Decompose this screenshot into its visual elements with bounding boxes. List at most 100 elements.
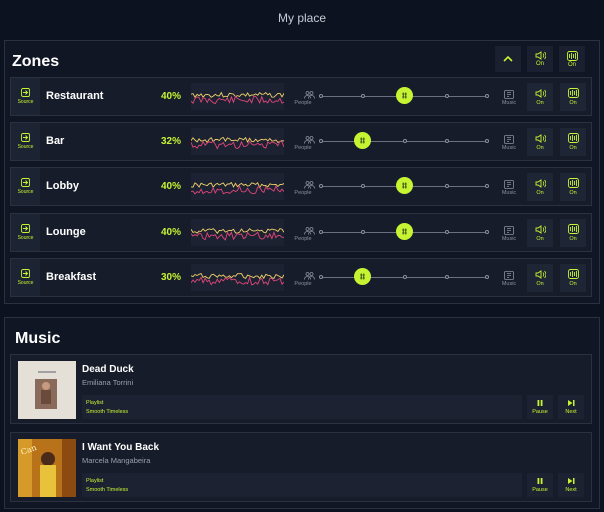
grip-icon [401, 92, 407, 99]
zone-row: Source Lobby 40% People Music On On [10, 167, 592, 206]
zone-wave-toggle[interactable]: On [560, 264, 586, 292]
slider-step [485, 94, 489, 98]
next-button[interactable]: Next [558, 395, 584, 419]
zone-sound-toggle[interactable]: On [527, 219, 553, 247]
people-label: People [294, 236, 312, 242]
playlist-label: Playlist [86, 400, 104, 406]
volume-slider-knob[interactable] [395, 223, 413, 240]
album-cover: Can [18, 439, 76, 497]
people-icon [303, 136, 315, 144]
zone-name: Breakfast [46, 271, 97, 283]
slider-step [445, 94, 449, 98]
zone-name: Bar [46, 135, 65, 147]
zone-sound-toggle[interactable]: On [527, 173, 553, 201]
pause-button[interactable]: Pause [527, 395, 553, 419]
slider-step [319, 94, 323, 98]
slider-step [319, 184, 323, 188]
zone-name: Lobby [46, 180, 79, 192]
slider-step [485, 184, 489, 188]
waveform-icon [567, 224, 579, 234]
people-icon [303, 91, 315, 99]
zone-volume-percent: 40% [161, 227, 182, 238]
slider-step [361, 230, 365, 234]
playlist-name[interactable]: Smooth Timeless [86, 409, 128, 415]
music-icon [504, 271, 514, 280]
album-cover [18, 361, 76, 419]
pause-icon [537, 399, 543, 406]
zone-wave-label: On [569, 281, 577, 287]
activity-sparkline [191, 173, 284, 200]
zone-name: Restaurant [46, 90, 104, 102]
zone-volume-percent: 30% [161, 272, 182, 283]
pause-button[interactable]: Pause [527, 473, 553, 497]
people-icon [303, 181, 315, 189]
slider-step [319, 275, 323, 279]
slider-step [361, 184, 365, 188]
zone-sound-toggle[interactable]: On [527, 128, 553, 156]
all-sound-toggle[interactable]: On [527, 46, 553, 72]
source-label: Source [17, 99, 34, 105]
waveform-icon [566, 50, 578, 61]
volume-slider-knob[interactable] [354, 268, 371, 285]
source-button[interactable]: Source [11, 259, 40, 296]
zone-wave-label: On [569, 145, 577, 151]
waveform-icon [567, 88, 579, 98]
zone-sound-toggle[interactable]: On [527, 83, 553, 111]
page-title: My place [277, 11, 327, 25]
zone-wave-toggle[interactable]: On [560, 128, 586, 156]
track-name: Dead Duck [82, 364, 134, 375]
zone-sound-label: On [536, 235, 544, 242]
zone-wave-toggle[interactable]: On [560, 173, 586, 201]
pause-icon [537, 477, 543, 484]
activity-sparkline [191, 83, 284, 110]
zone-wave-toggle[interactable]: On [560, 219, 586, 247]
grip-icon [360, 273, 365, 280]
zone-sound-label: On [536, 280, 544, 287]
slider-step [361, 94, 365, 98]
source-button[interactable]: Source [11, 214, 40, 251]
music-icon [504, 226, 514, 235]
volume-slider-knob[interactable] [395, 177, 413, 194]
zone-wave-label: On [569, 236, 577, 242]
zone-wave-toggle[interactable]: On [560, 83, 586, 111]
slider-step [485, 275, 489, 279]
playlist-name[interactable]: Smooth Timeless [86, 487, 128, 493]
volume-slider-knob[interactable] [354, 132, 371, 149]
music-label: Music [501, 236, 517, 242]
activity-sparkline [191, 264, 284, 291]
next-icon [567, 399, 574, 406]
collapse-button[interactable] [495, 46, 521, 72]
source-button[interactable]: Source [11, 123, 40, 160]
source-button[interactable]: Source [11, 168, 40, 205]
music-label: Music [501, 100, 517, 106]
speaker-icon [535, 178, 546, 188]
people-label: People [294, 281, 312, 287]
people-icon [303, 272, 315, 280]
activity-sparkline [191, 219, 284, 246]
all-sound-label: On [535, 61, 544, 67]
zone-wave-label: On [569, 100, 577, 106]
speaker-icon [535, 224, 546, 234]
zone-wave-label: On [569, 190, 577, 196]
zone-row: Source Lounge 40% People Music On On [10, 213, 592, 252]
speaker-icon [535, 88, 546, 98]
all-wave-toggle[interactable]: On [559, 46, 585, 72]
zone-volume-percent: 40% [161, 91, 182, 102]
slider-step [485, 139, 489, 143]
track-name: I Want You Back [82, 442, 160, 453]
music-icon [504, 180, 514, 189]
source-icon [21, 133, 30, 142]
volume-slider-knob[interactable] [395, 87, 413, 104]
zones-title: Zones [12, 53, 60, 70]
source-button[interactable]: Source [11, 78, 40, 115]
source-label: Source [17, 280, 34, 286]
source-icon [21, 224, 30, 233]
next-button[interactable]: Next [558, 473, 584, 497]
source-icon [21, 269, 30, 278]
playlist-info: Playlist Smooth Timeless [82, 473, 522, 497]
zone-sound-label: On [536, 99, 544, 106]
zone-sound-toggle[interactable]: On [527, 264, 553, 292]
music-label: Music [501, 281, 517, 287]
playlist-label: Playlist [86, 478, 104, 484]
zone-volume-percent: 40% [161, 181, 182, 192]
